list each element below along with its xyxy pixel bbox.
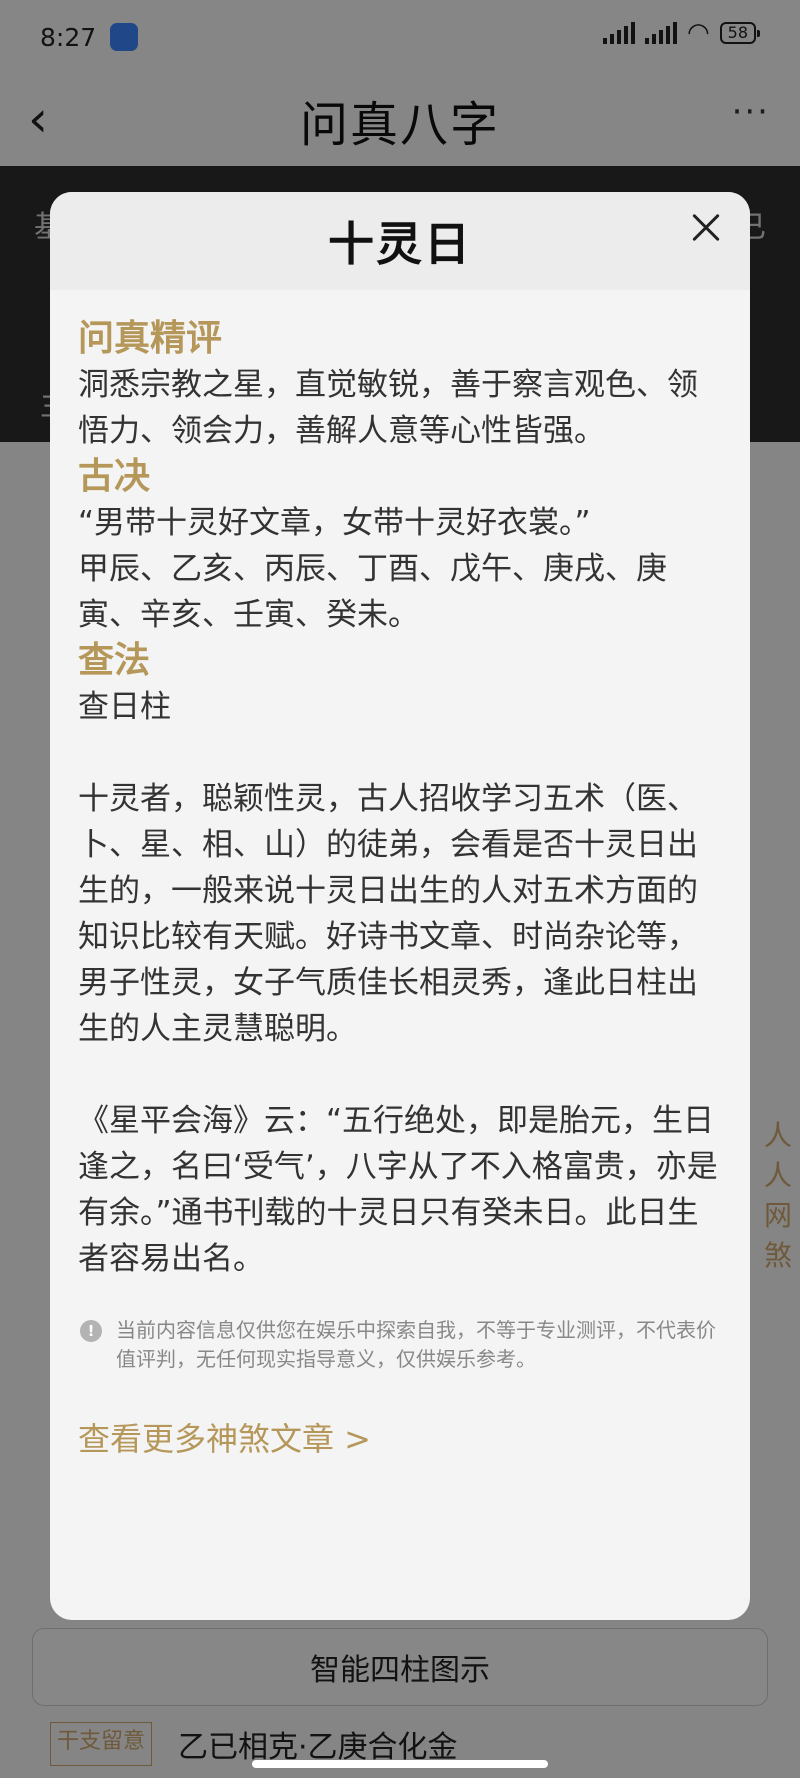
section-heading-review: 问真精评 — [78, 318, 223, 359]
modal-body: 问真精评 洞悉宗教之星，直觉敏锐，善于察言观色、领悟力、领会力，善解人意等心性皆… — [50, 290, 750, 1460]
section-paragraph: “男带十灵好文章，女带十灵好衣裳。” — [78, 505, 591, 541]
section-paragraph: 甲辰、乙亥、丙辰、丁酉、戊午、庚戌、庚寅、辛亥、壬寅、癸未。 — [78, 551, 667, 633]
modal-header: 十灵日 — [50, 192, 750, 290]
body-paragraph: 十灵者，聪颖性灵，古人招收学习五术（医、卜、星、相、山）的徒弟，会看是否十灵日出… — [78, 781, 698, 1047]
section-paragraph: 查日柱 — [78, 689, 171, 725]
section-paragraph: 洞悉宗教之星，直觉敏锐，善于察言观色、领悟力、领会力，善解人意等心性皆强。 — [78, 367, 698, 449]
section-heading-lookup-method: 查法 — [78, 640, 151, 681]
body-paragraph: 《星平会海》云：“五行绝处，即是胎元，生日逢之，名曰‘受气’，八字从了不入格富贵… — [78, 1103, 718, 1277]
disclaimer: ! 当前内容信息仅供您在娱乐中探索自我，不等于专业测评，不代表价值评判，无任何现… — [78, 1316, 722, 1374]
section-heading-ancient-verse: 古决 — [78, 456, 151, 497]
more-articles-link[interactable]: 查看更多神煞文章 > — [78, 1414, 722, 1460]
shensha-detail-modal: 十灵日 问真精评 洞悉宗教之星，直觉敏锐，善于察言观色、领悟力、领会力，善解人意… — [50, 192, 750, 1620]
modal-title: 十灵日 — [328, 217, 472, 271]
info-icon: ! — [80, 1320, 102, 1342]
close-icon[interactable] — [684, 206, 728, 250]
home-indicator[interactable] — [252, 1760, 548, 1768]
disclaimer-text: 当前内容信息仅供您在娱乐中探索自我，不等于专业测评，不代表价值评判，无任何现实指… — [116, 1318, 716, 1371]
